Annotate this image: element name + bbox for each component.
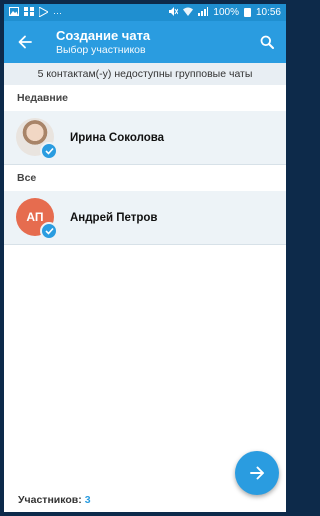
contact-row[interactable]: АП Андрей Петров bbox=[4, 191, 286, 245]
section-recent: Недавние bbox=[4, 85, 286, 111]
search-icon bbox=[260, 35, 274, 49]
arrow-right-icon bbox=[250, 466, 264, 480]
contact-name: Ирина Соколова bbox=[70, 131, 165, 144]
page-subtitle: Выбор участников bbox=[56, 43, 146, 56]
app-bar: Создание чата Выбор участников bbox=[4, 21, 286, 63]
avatar-wrapper: АП bbox=[16, 197, 58, 240]
grid-icon bbox=[24, 7, 34, 18]
status-right-icons: 100% 10:56 bbox=[169, 7, 281, 18]
battery-icon bbox=[243, 8, 251, 17]
avatar-wrapper bbox=[16, 117, 58, 160]
page-title: Создание чата bbox=[56, 27, 151, 43]
participants-label: Участников: bbox=[18, 493, 82, 506]
signal-icon bbox=[198, 7, 209, 18]
back-button[interactable] bbox=[4, 21, 46, 63]
phone-screen: ··· 100% 10:56 Создание чата Выбор участ bbox=[4, 4, 286, 512]
contact-name: Андрей Петров bbox=[70, 211, 158, 224]
play-store-icon bbox=[38, 5, 50, 19]
search-button[interactable] bbox=[248, 21, 286, 63]
selected-check-icon bbox=[40, 221, 58, 240]
status-bar: ··· 100% 10:56 bbox=[4, 4, 286, 21]
group-chat-notice: 5 контактам(-у) недоступны групповые чат… bbox=[4, 63, 286, 85]
selected-check-icon bbox=[40, 141, 58, 160]
battery-percent: 100% bbox=[213, 7, 239, 18]
gallery-icon bbox=[9, 7, 19, 18]
status-left-icons: ··· bbox=[9, 5, 62, 19]
mute-icon bbox=[169, 7, 179, 18]
contact-row[interactable]: Ирина Соколова bbox=[4, 111, 286, 165]
status-time: 10:56 bbox=[255, 7, 281, 18]
section-all: Все bbox=[4, 165, 286, 191]
more-dots-icon: ··· bbox=[53, 7, 62, 18]
wifi-icon bbox=[183, 7, 194, 18]
participants-count: 3 bbox=[84, 493, 91, 506]
next-button[interactable] bbox=[235, 451, 279, 495]
app-bar-titles: Создание чата Выбор участников bbox=[46, 28, 248, 57]
arrow-left-icon bbox=[18, 35, 32, 49]
